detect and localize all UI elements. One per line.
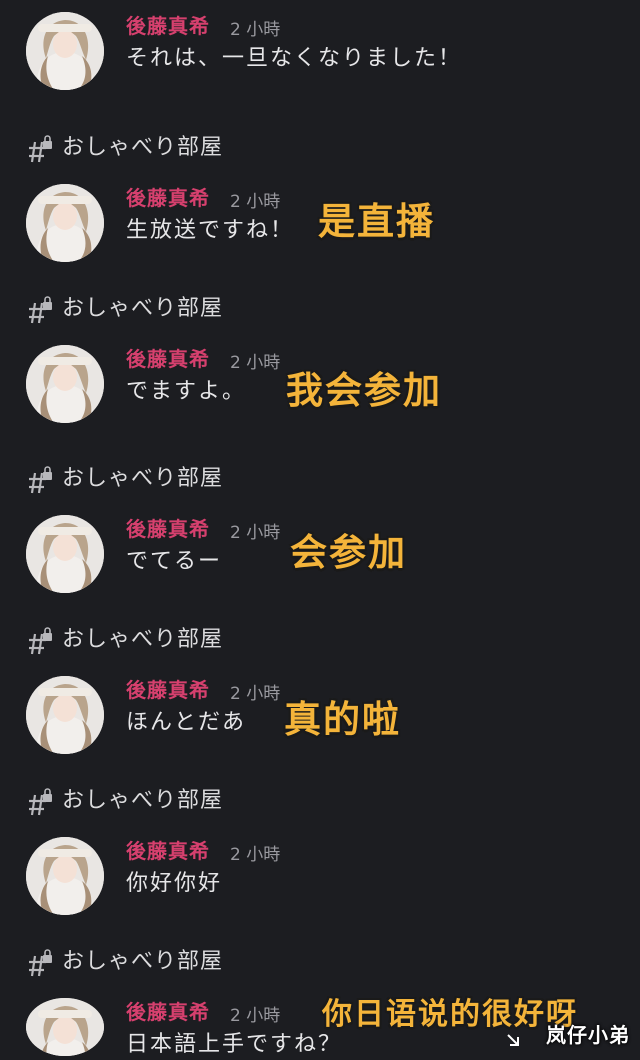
timestamp: 2 小時 (230, 845, 281, 865)
timestamp: 2 小時 (230, 20, 281, 40)
message-text: でますよ。 (126, 379, 247, 404)
locked-channel-icon (28, 134, 54, 164)
message-feed[interactable]: 後藤真希 2 小時 それは、一旦なくなりました！ おしゃべり部屋 後藤真希 2 … (0, 0, 640, 1057)
channel-name: おしゃべり部屋 (62, 788, 224, 813)
channel-label[interactable]: おしゃべり部屋 (28, 293, 428, 327)
message-item[interactable]: 後藤真希 2 小時 それは、一旦なくなりました！ (0, 12, 640, 112)
message-text: 生放送ですね！ (126, 218, 295, 243)
username[interactable]: 後藤真希 (126, 515, 210, 543)
username[interactable]: 後藤真希 (126, 12, 210, 40)
locked-channel-icon (28, 295, 54, 325)
username[interactable]: 後藤真希 (126, 837, 210, 865)
channel-label[interactable]: おしゃべり部屋 (28, 132, 428, 166)
message-item[interactable]: 後藤真希 2 小時 生放送ですね！ 是直播 (0, 184, 640, 284)
translation-caption: 你日语说的很好呀 (322, 997, 578, 1032)
message-text: それは、一旦なくなりました！ (126, 46, 463, 71)
message-item[interactable]: 後藤真希 2 小時 でてるー 会参加 (0, 515, 640, 615)
channel-label[interactable]: おしゃべり部屋 (28, 463, 428, 497)
avatar[interactable] (26, 837, 104, 915)
channel-name: おしゃべり部屋 (62, 135, 224, 160)
message-text: ほんとだあ (126, 710, 247, 735)
translation-caption: 会参加 (290, 531, 407, 574)
avatar[interactable] (26, 184, 104, 262)
timestamp: 2 小時 (230, 1006, 281, 1026)
locked-channel-icon (28, 626, 54, 656)
message-text: 你好你好 (126, 871, 223, 896)
scroll-indicator-icon (506, 1032, 520, 1046)
username[interactable]: 後藤真希 (126, 998, 210, 1026)
avatar[interactable] (26, 345, 104, 423)
avatar[interactable] (26, 676, 104, 754)
translation-caption: 真的啦 (284, 698, 401, 741)
avatar[interactable] (26, 515, 104, 593)
channel-name: おしゃべり部屋 (62, 949, 224, 974)
username[interactable]: 後藤真希 (126, 184, 210, 212)
locked-channel-icon (28, 465, 54, 495)
channel-label[interactable]: おしゃべり部屋 (28, 624, 428, 658)
username[interactable]: 後藤真希 (126, 676, 210, 704)
translation-caption: 是直播 (318, 200, 435, 243)
avatar[interactable] (26, 998, 104, 1056)
message-item[interactable]: 後藤真希 2 小時 でますよ。 我会参加 (0, 345, 640, 445)
channel-label[interactable]: おしゃべり部屋 (28, 946, 428, 980)
channel-name: おしゃべり部屋 (62, 466, 224, 491)
username[interactable]: 後藤真希 (126, 345, 210, 373)
channel-name: おしゃべり部屋 (62, 627, 224, 652)
avatar[interactable] (26, 12, 104, 90)
message-text: でてるー (126, 549, 223, 574)
message-item[interactable]: 後藤真希 2 小時 ほんとだあ 真的啦 (0, 676, 640, 776)
message-item[interactable]: 後藤真希 2 小時 日本語上手ですね？ 你日语说的很好呀 (0, 997, 640, 1057)
channel-label[interactable]: おしゃべり部屋 (28, 785, 428, 819)
channel-name: おしゃべり部屋 (62, 296, 224, 321)
locked-channel-icon (28, 787, 54, 817)
translation-caption: 我会参加 (286, 369, 442, 412)
locked-channel-icon (28, 948, 54, 978)
message-item[interactable]: 後藤真希 2 小時 你好你好 (0, 837, 640, 937)
watermark: 岚仔小弟 (546, 1023, 630, 1047)
timestamp: 2 小時 (230, 192, 281, 212)
timestamp: 2 小時 (230, 353, 281, 373)
timestamp: 2 小時 (230, 523, 281, 543)
timestamp: 2 小時 (230, 684, 281, 704)
